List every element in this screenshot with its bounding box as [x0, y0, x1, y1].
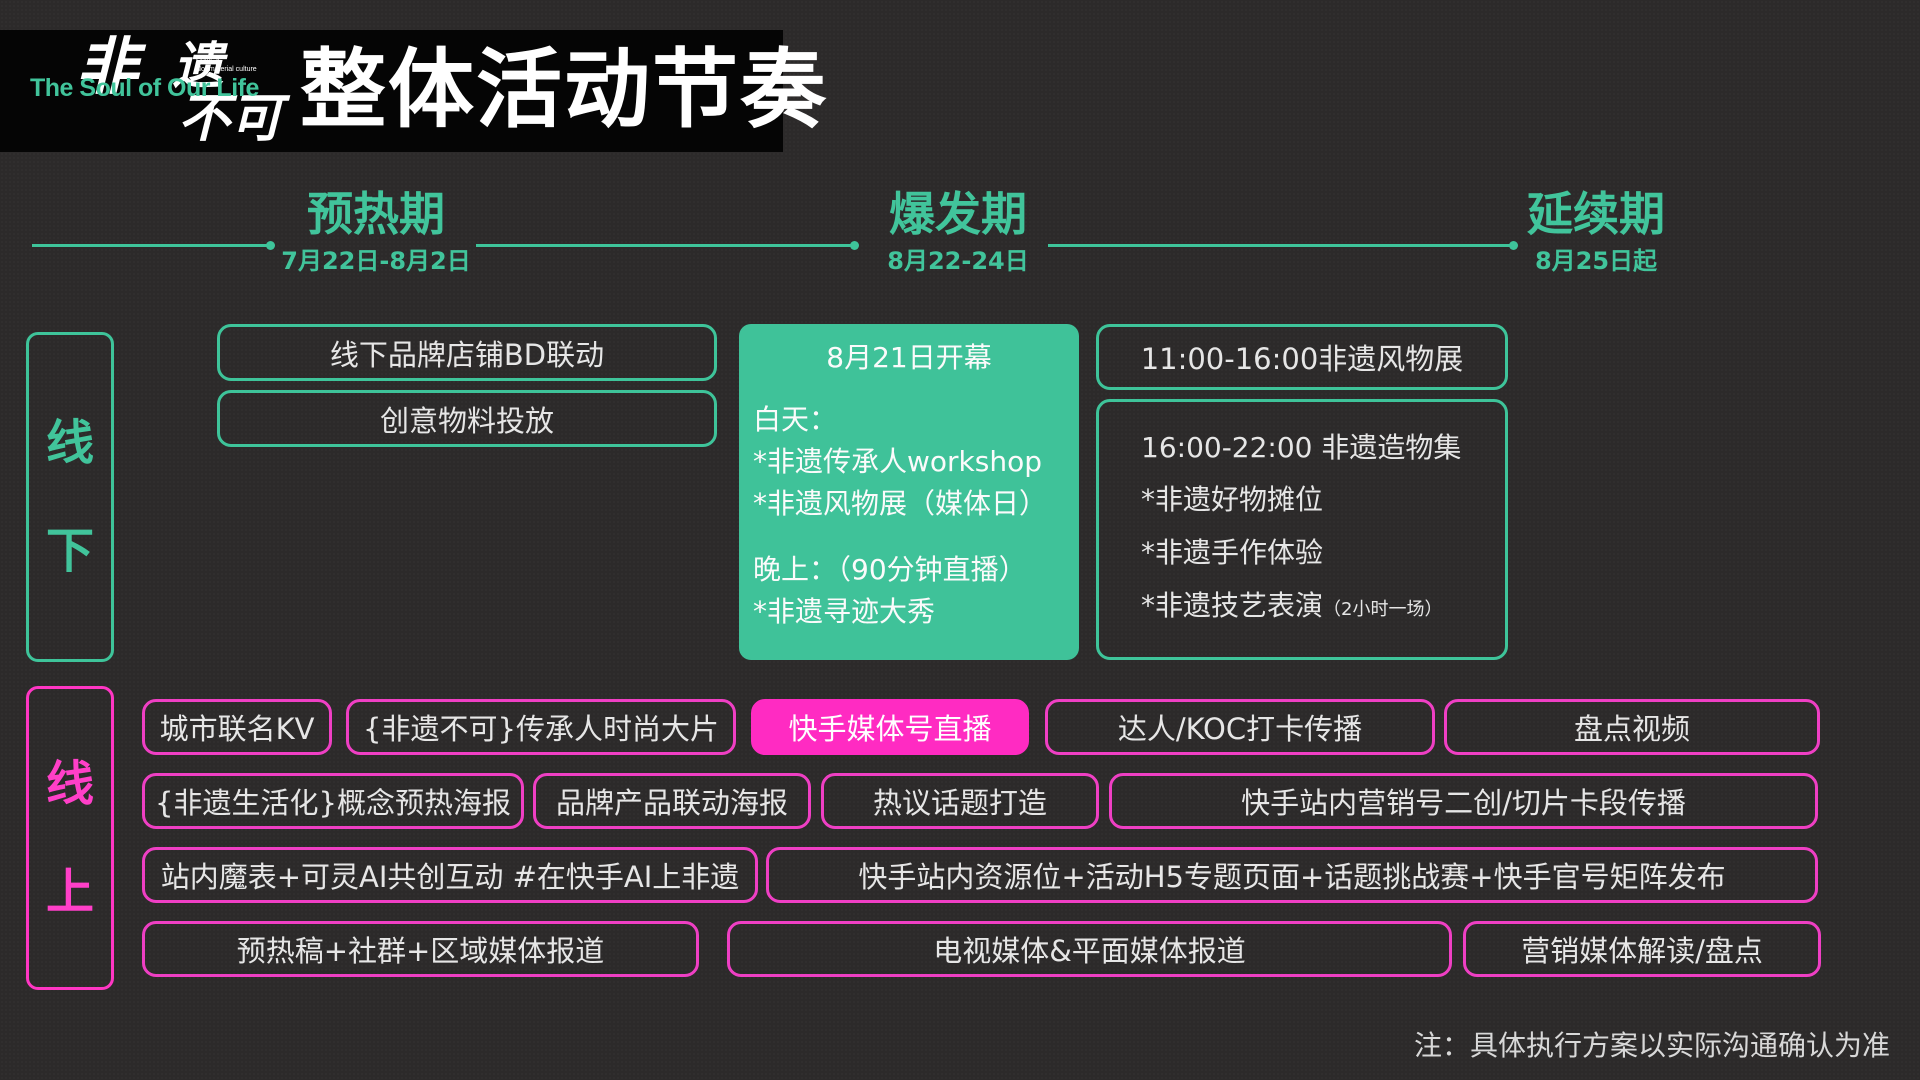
market-item: *非遗好物摊位 [1141, 483, 1324, 516]
online-item: 站内魔表+可灵AI共创互动 #在快手AI上非遗 [142, 847, 758, 903]
phase-burst-name: 爆发期 [889, 187, 1027, 241]
page-title: 整体活动节奏 [300, 40, 828, 140]
online-item: 热议话题打造 [821, 773, 1099, 829]
online-item-highlight: 快手媒体号直播 [751, 699, 1029, 755]
burst-night-item: *非遗寻迹大秀 [753, 595, 936, 628]
burst-day-label: 白天： [753, 403, 838, 436]
section-offline-label: 线 下 [26, 332, 114, 662]
online-item: 达人/KOC打卡传播 [1045, 699, 1435, 755]
burst-night-label: 晚上：（90分钟直播） [753, 553, 1027, 586]
timeline-line [32, 244, 270, 247]
online-item: 营销媒体解读/盘点 [1463, 921, 1821, 977]
section-online-char: 上 [45, 864, 94, 920]
online-item: 电视媒体&平面媒体报道 [727, 921, 1452, 977]
burst-day-item: *非遗传承人workshop [753, 445, 1042, 478]
phase-warmup-date: 7月22日-8月2日 [281, 247, 471, 275]
market-item: *非遗技艺表演（2小时一场） [1141, 588, 1442, 628]
section-online-label: 线 上 [26, 686, 114, 990]
online-item: 预热稿+社群+区域媒体报道 [142, 921, 699, 977]
market-title: 16:00-22:00 非遗造物集 [1141, 431, 1462, 464]
logo-tag-chinese: Chinese [196, 56, 222, 63]
logo-tag-nonmaterial: Nonmaterial culture [196, 66, 257, 73]
burst-opening: 8月21日开幕 [826, 341, 992, 374]
online-item: {非遗不可}传承人时尚大片 [346, 699, 736, 755]
offline-warmup-item: 线下品牌店铺BD联动 [217, 324, 717, 381]
brand-logo: 非 遗 不可 Chinese Nonmaterial culture The S… [18, 18, 288, 149]
online-item: 快手站内营销号二创/切片卡段传播 [1109, 773, 1818, 829]
phase-warmup-name: 预热期 [307, 187, 445, 241]
online-item: 盘点视频 [1444, 699, 1820, 755]
offline-warmup-item: 创意物料投放 [217, 390, 717, 447]
market-item-note: （2小时一场） [1323, 599, 1443, 620]
online-item: 城市联名KV [142, 699, 332, 755]
burst-day-item: *非遗风物展（媒体日） [753, 487, 1048, 520]
offline-market-card: 16:00-22:00 非遗造物集 *非遗好物摊位 *非遗手作体验 *非遗技艺表… [1096, 399, 1508, 660]
phase-continue-name: 延续期 [1527, 187, 1665, 241]
online-item: 品牌产品联动海报 [533, 773, 811, 829]
timeline-line [1048, 244, 1514, 247]
section-offline-char: 下 [45, 523, 94, 579]
logo-english: The Soul of Our Life [30, 74, 259, 102]
online-item: 快手站内资源位+活动H5专题页面+话题挑战赛+快手官号矩阵发布 [766, 847, 1818, 903]
section-online-char: 线 [45, 756, 94, 812]
offline-exhibition: 11:00-16:00非遗风物展 [1096, 324, 1508, 390]
online-item: {非遗生活化}概念预热海报 [142, 773, 524, 829]
market-item-text: *非遗技艺表演 [1141, 589, 1324, 622]
timeline-line [476, 244, 854, 247]
phase-burst-date: 8月22-24日 [887, 247, 1029, 275]
phase-continue-date: 8月25日起 [1534, 247, 1658, 275]
market-item: *非遗手作体验 [1141, 536, 1324, 569]
section-offline-char: 线 [45, 415, 94, 471]
footnote: 注：具体执行方案以实际沟通确认为准 [1413, 1029, 1890, 1062]
offline-burst-card: 8月21日开幕 白天： *非遗传承人workshop *非遗风物展（媒体日） 晚… [739, 324, 1079, 660]
